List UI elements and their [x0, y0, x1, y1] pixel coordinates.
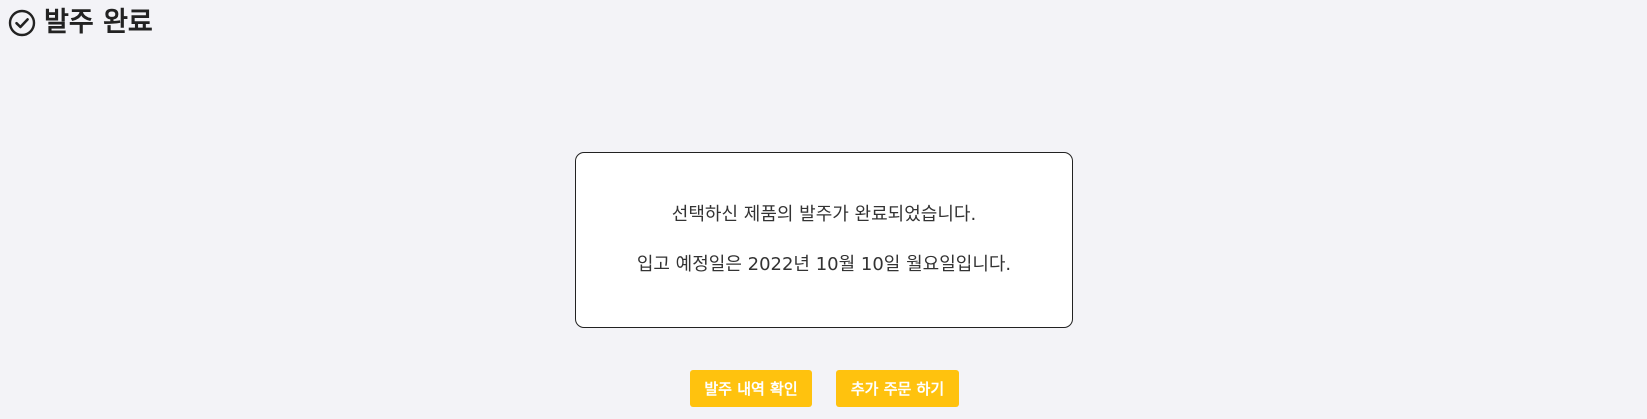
page-header: 발주 완료	[8, 6, 153, 40]
order-complete-message: 선택하신 제품의 발주가 완료되었습니다.	[671, 204, 977, 225]
action-buttons: 발주 내역 확인 추가 주문 하기	[690, 370, 959, 407]
page-title: 발주 완료	[44, 7, 153, 38]
arrival-date-message: 입고 예정일은 2022년 10월 10일 월요일입니다.	[636, 254, 1012, 275]
order-complete-message-box: 선택하신 제품의 발주가 완료되었습니다. 입고 예정일은 2022년 10월 …	[575, 152, 1073, 328]
check-circle-icon	[8, 9, 36, 37]
view-order-history-button[interactable]: 발주 내역 확인	[690, 370, 812, 407]
add-order-button[interactable]: 추가 주문 하기	[836, 370, 959, 407]
